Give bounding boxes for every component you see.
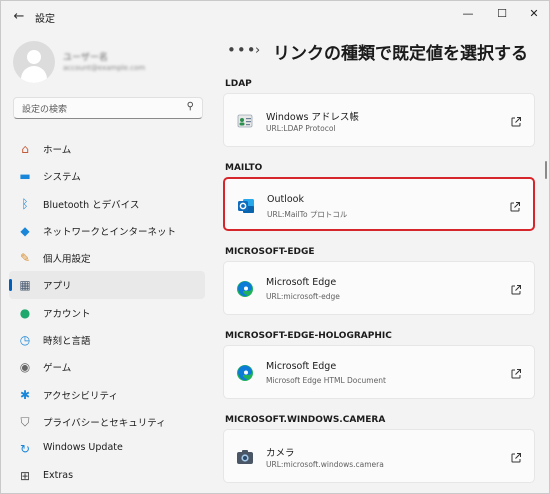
sidebar-item-label: ゲーム [43, 363, 72, 375]
outlook-icon [237, 197, 255, 215]
bluetooth-icon: ᛒ [21, 196, 29, 211]
app-title: 設定 [35, 14, 55, 25]
sidebar-item-windows-update[interactable]: ↻ Windows Update [9, 435, 205, 462]
sidebar-item-network[interactable]: ◆ ネットワークとインターネット [9, 217, 205, 244]
avatar [13, 41, 55, 83]
sidebar-item-label: 個人用設定 [43, 254, 91, 266]
section-label: MICROSOFT.WINDOWS.CAMERA [225, 415, 386, 425]
app-name: Windows アドレス帳 [266, 112, 359, 123]
close-button[interactable]: ✕ [522, 5, 546, 23]
sidebar-item-accessibility[interactable]: ✱ アクセシビリティ [9, 381, 205, 408]
extras-icon: ⊞ [19, 469, 31, 483]
sidebar-item-label: プライバシーとセキュリティ [43, 417, 166, 429]
maximize-button[interactable]: ☐ [490, 5, 514, 23]
shield-icon: ⛉ [20, 414, 30, 429]
breadcrumb-overflow-button[interactable]: ••• [227, 41, 257, 59]
sidebar-item-bluetooth[interactable]: ᛒ Bluetooth とデバイス [9, 190, 205, 217]
home-icon: ⌂ [21, 142, 29, 156]
breadcrumb-separator: › [255, 43, 261, 58]
open-external-icon[interactable] [510, 365, 522, 379]
network-icon: ◆ [20, 223, 30, 238]
section-label: LDAP [225, 79, 252, 89]
profile-name-blurred: ユーザー名 [63, 53, 108, 63]
search-input[interactable]: 設定の検索 ⚲ [13, 97, 203, 119]
brush-icon: ✎ [19, 251, 31, 266]
user-profile[interactable]: ユーザー名 account@example.com [13, 41, 203, 85]
sidebar-item-extras[interactable]: ⊞ Extras [9, 466, 205, 488]
sidebar-item-label: アプリ [43, 281, 72, 293]
section-label: MICROSOFT-EDGE-HOLOGRAPHIC [225, 331, 392, 341]
link-type-list: LDAP Windows アドレス帳 URL:LDAP Protocol MAILTO… [223, 77, 539, 493]
open-external-icon[interactable] [510, 449, 522, 463]
breadcrumb: ••• › リンクの種類で既定値を選択する [227, 37, 537, 71]
sidebar-item-home[interactable]: ⌂ ホーム [9, 135, 205, 162]
sidebar-item-apps[interactable]: ▦ アプリ [9, 271, 205, 299]
edge-icon [236, 280, 254, 298]
avatar-head [27, 50, 41, 64]
app-url: URL:microsoft.windows.camera [266, 460, 384, 469]
sidebar-item-label: システム [43, 172, 81, 184]
app-url: URL:microsoft-edge [266, 292, 340, 301]
default-app-card[interactable]: カメラ URL:microsoft.windows.camera [223, 429, 535, 483]
app-name: Outlook [267, 194, 304, 205]
sidebar-item-label: アクセシビリティ [43, 390, 118, 402]
windows-update-icon: ↻ [19, 442, 31, 457]
app-name: カメラ [266, 448, 295, 459]
app-url: Microsoft Edge HTML Document [266, 376, 386, 385]
accessibility-icon: ✱ [19, 387, 31, 402]
back-button[interactable]: ← [11, 9, 27, 25]
scrollbar[interactable] [545, 161, 547, 179]
address-book-icon [236, 112, 254, 130]
app-url: URL:MailTo プロトコル [267, 210, 348, 219]
account-icon: ● [19, 305, 31, 320]
sidebar-item-label: Windows Update [43, 442, 123, 454]
default-app-card[interactable]: Microsoft Edge URL:microsoft-edge [223, 261, 535, 315]
edge-icon [236, 364, 254, 382]
title-bar: ← 設定 — ☐ ✕ [1, 1, 549, 33]
search-icon: ⚲ [186, 101, 194, 112]
minimize-button[interactable]: — [456, 5, 480, 23]
sidebar-item-brush[interactable]: ✎ 個人用設定 [9, 244, 205, 271]
app-name: Microsoft Edge [266, 361, 337, 372]
settings-window: ← 設定 — ☐ ✕ ユーザー名 account@example.com 設定の… [0, 0, 550, 494]
sidebar-item-shield[interactable]: ⛉ プライバシーとセキュリティ [9, 408, 205, 435]
sidebar-item-label: ネットワークとインターネット [43, 226, 177, 238]
sidebar-item-time-language[interactable]: ◷ 時刻と言語 [9, 326, 205, 353]
app-url: URL:LDAP Protocol [266, 124, 336, 133]
section-label: MICROSOFT-EDGE [225, 247, 315, 257]
system-icon: ▬ [19, 169, 31, 184]
sidebar-item-account[interactable]: ● アカウント [9, 299, 205, 326]
search-placeholder: 設定の検索 [22, 105, 68, 115]
open-external-icon[interactable] [509, 198, 521, 212]
section-label: MAILTO [225, 163, 263, 173]
sidebar-item-label: Bluetooth とデバイス [43, 199, 140, 211]
sidebar-nav: ⌂ ホーム ▬ システム ᛒ Bluetooth とデバイス ◆ ネットワークとインターネット… [9, 135, 205, 463]
default-app-card[interactable]: Windows アドレス帳 URL:LDAP Protocol [223, 93, 535, 147]
sidebar-item-label: ホーム [43, 145, 72, 156]
avatar-body [21, 66, 47, 83]
sidebar-item-label: 時刻と言語 [43, 336, 91, 348]
sidebar-item-system[interactable]: ▬ システム [9, 162, 205, 189]
sidebar-item-game[interactable]: ◉ ゲーム [9, 353, 205, 380]
app-name: Microsoft Edge [266, 277, 337, 288]
default-app-card[interactable]: Outlook URL:MailTo プロトコル [223, 177, 535, 231]
default-app-card[interactable]: Microsoft Edge Microsoft Edge HTML Docume… [223, 345, 535, 399]
apps-icon: ▦ [19, 278, 31, 293]
time-language-icon: ◷ [19, 333, 31, 348]
open-external-icon[interactable] [510, 113, 522, 127]
sidebar-item-label: アカウント [43, 308, 91, 320]
sidebar-item-label: Extras [43, 470, 74, 481]
page-title: リンクの種類で既定値を選択する [273, 44, 528, 64]
profile-email-blurred: account@example.com [63, 64, 146, 72]
camera-icon [236, 448, 254, 466]
game-icon: ◉ [19, 360, 31, 375]
open-external-icon[interactable] [510, 281, 522, 295]
